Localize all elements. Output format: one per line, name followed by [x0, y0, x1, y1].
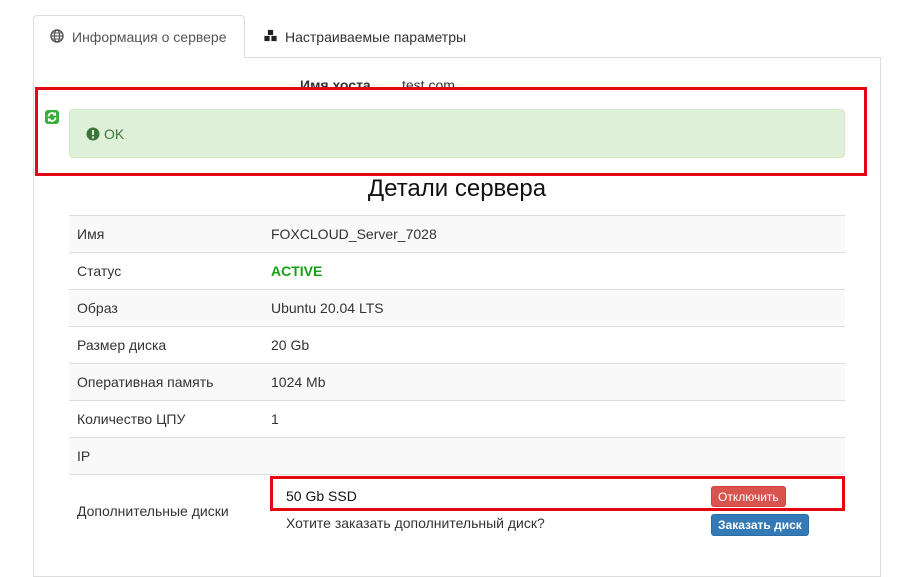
globe-icon [50, 28, 66, 45]
order-disk-question: Хотите заказать дополнительный диск? [286, 515, 545, 531]
disconnect-disk-button[interactable]: Отключить [711, 486, 786, 507]
row-value: 1024 Mb [271, 374, 326, 390]
row-label: Оперативная память [77, 374, 214, 390]
tab-server-info[interactable]: Информация о сервере [33, 15, 245, 58]
table-row: Имя FOXCLOUD_Server_7028 [69, 215, 845, 252]
row-label: Имя [77, 226, 105, 242]
row-label: Размер диска [77, 337, 167, 353]
table-row: Образ Ubuntu 20.04 LTS [69, 289, 845, 326]
row-label: IP [77, 448, 91, 464]
tab-label: Настраиваемые параметры [285, 28, 467, 45]
table-row: Количество ЦПУ 1 [69, 400, 845, 437]
page-title: Детали сервера [367, 175, 547, 202]
row-value: 1 [271, 411, 279, 427]
exclamation-circle-icon [86, 127, 100, 141]
table-row: Оперативная память 1024 Mb [69, 363, 845, 400]
table-row: IP [69, 437, 845, 474]
row-label: Количество ЦПУ [77, 411, 186, 427]
status-alert: OK [69, 109, 845, 158]
table-row: Статус ACTIVE [69, 252, 845, 289]
tab-label: Информация о сервере [72, 28, 227, 45]
alert-text: OK [104, 125, 125, 142]
hostname-value: test.com [402, 77, 455, 93]
hostname-label: Имя хоста [300, 77, 371, 93]
order-disk-button[interactable]: Заказать диск [711, 514, 809, 536]
cubes-icon [263, 28, 279, 45]
extra-disks-label: Дополнительные диски [77, 503, 229, 519]
row-label: Образ [77, 300, 118, 316]
row-label: Статус [77, 263, 122, 279]
row-value: Ubuntu 20.04 LTS [271, 300, 384, 316]
tab-custom-params[interactable]: Настраиваемые параметры [247, 15, 482, 58]
disk-name: 50 Gb SSD [286, 488, 357, 504]
status-badge: ACTIVE [271, 263, 323, 279]
row-value: 20 Gb [271, 337, 310, 353]
table-row: Размер диска 20 Gb [69, 326, 845, 363]
refresh-icon[interactable] [44, 108, 60, 126]
row-value: FOXCLOUD_Server_7028 [271, 226, 437, 242]
